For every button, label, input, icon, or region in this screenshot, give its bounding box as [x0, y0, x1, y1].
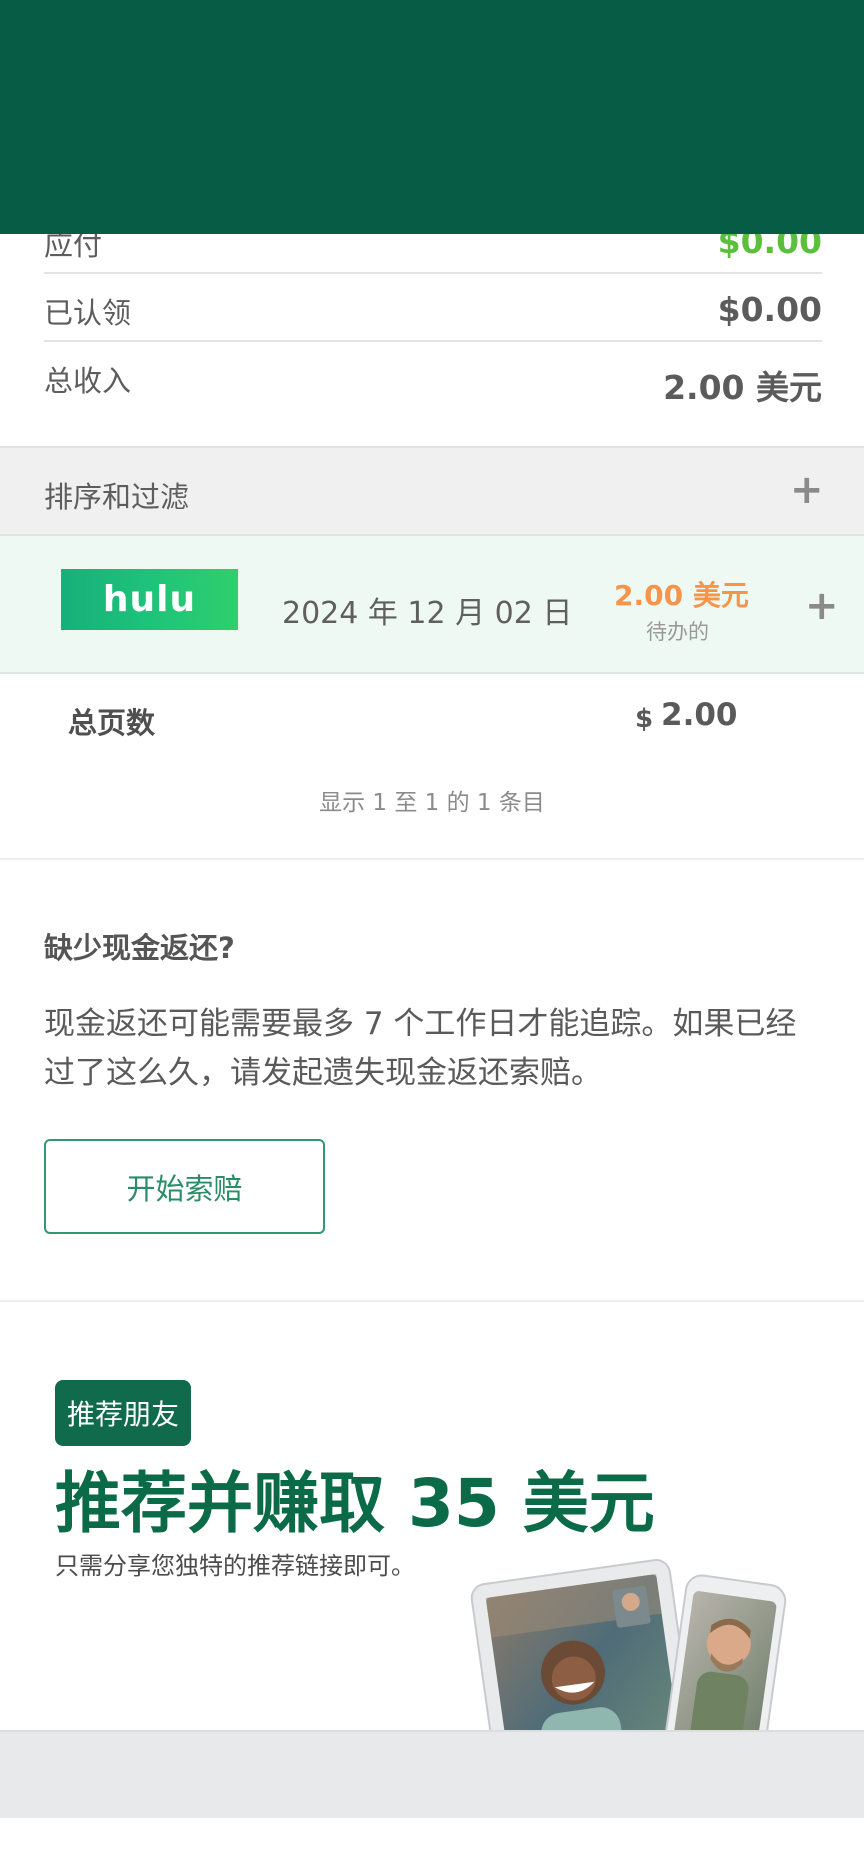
summary-row-total-income: 总收入 2.00 美元: [0, 358, 864, 426]
pagination-info: 显示 1 至 1 的 1 条目: [319, 790, 545, 816]
address-bar[interactable]: topcashback.com/acc: [106, 127, 538, 215]
tab-switcher-button[interactable]: :D: [675, 140, 737, 202]
divider: [44, 340, 822, 342]
svg-text::D: :D: [695, 163, 717, 184]
summary-row-payable: 应付 $0.00: [0, 222, 864, 290]
summary-value: $0.00: [717, 222, 822, 261]
home-button[interactable]: [22, 140, 84, 202]
home-icon: [35, 153, 71, 189]
transaction-amount: 2.00 美元: [614, 579, 749, 612]
tune-icon[interactable]: [122, 151, 162, 191]
total-label: 总页数: [68, 706, 156, 740]
browser-toolbar: topcashback.com/acc :D: [0, 0, 864, 234]
plus-icon[interactable]: +: [790, 470, 824, 510]
summary-value: 2.00 美元: [663, 368, 822, 407]
merchant-logo-hulu[interactable]: hulu: [61, 569, 238, 630]
summary-label: 已认领: [44, 296, 132, 330]
transaction-date: 2024 年 12 月 02 日: [282, 596, 573, 631]
url-text[interactable]: topcashback.com/acc: [176, 151, 538, 191]
referral-title[interactable]: 推荐并赚取 35 美元: [55, 1450, 655, 1546]
total-currency: $: [635, 704, 654, 734]
missing-cashback-text: 现金返还可能需要最多 7 个工作日才能追踪。如果已经过了这么久，请发起遗失现金返…: [44, 1006, 797, 1091]
referral-subtitle: 只需分享您独特的推荐链接即可。: [55, 1552, 415, 1580]
start-claim-button[interactable]: 开始索赔: [44, 1139, 325, 1234]
tab-switcher-icon: :D: [686, 151, 726, 191]
referral-devices-illustration: [470, 1559, 787, 1730]
summary-label: 应付: [44, 228, 103, 262]
share-icon: [578, 151, 614, 191]
missing-cashback-title: 缺少现金返还?: [44, 931, 235, 965]
section-divider: [0, 1300, 864, 1302]
divider: [44, 272, 822, 274]
overflow-menu-button[interactable]: [780, 140, 842, 202]
section-divider: [0, 858, 864, 860]
url-rest: acc: [486, 151, 538, 191]
sort-filter-toggle[interactable]: 排序和过滤 +: [0, 446, 864, 536]
sort-filter-label: 排序和过滤: [44, 480, 190, 514]
summary-row-claimed: 已认领 $0.00: [0, 290, 864, 358]
transaction-row[interactable]: hulu 2024 年 12 月 02 日 2.00 美元 待办的 +: [0, 536, 864, 674]
more-vert-icon: [806, 152, 816, 190]
footer-gray-band: [0, 1730, 864, 1818]
summary-value: $0.00: [717, 290, 822, 329]
summary-label: 总收入: [44, 364, 132, 398]
total-value: 2.00: [661, 697, 738, 733]
url-main: topcashback.com/: [176, 151, 487, 191]
transaction-status: 待办的: [646, 620, 709, 644]
expand-plus-icon[interactable]: +: [805, 586, 839, 626]
referral-badge[interactable]: 推荐朋友: [55, 1380, 192, 1446]
share-button[interactable]: [566, 140, 628, 202]
